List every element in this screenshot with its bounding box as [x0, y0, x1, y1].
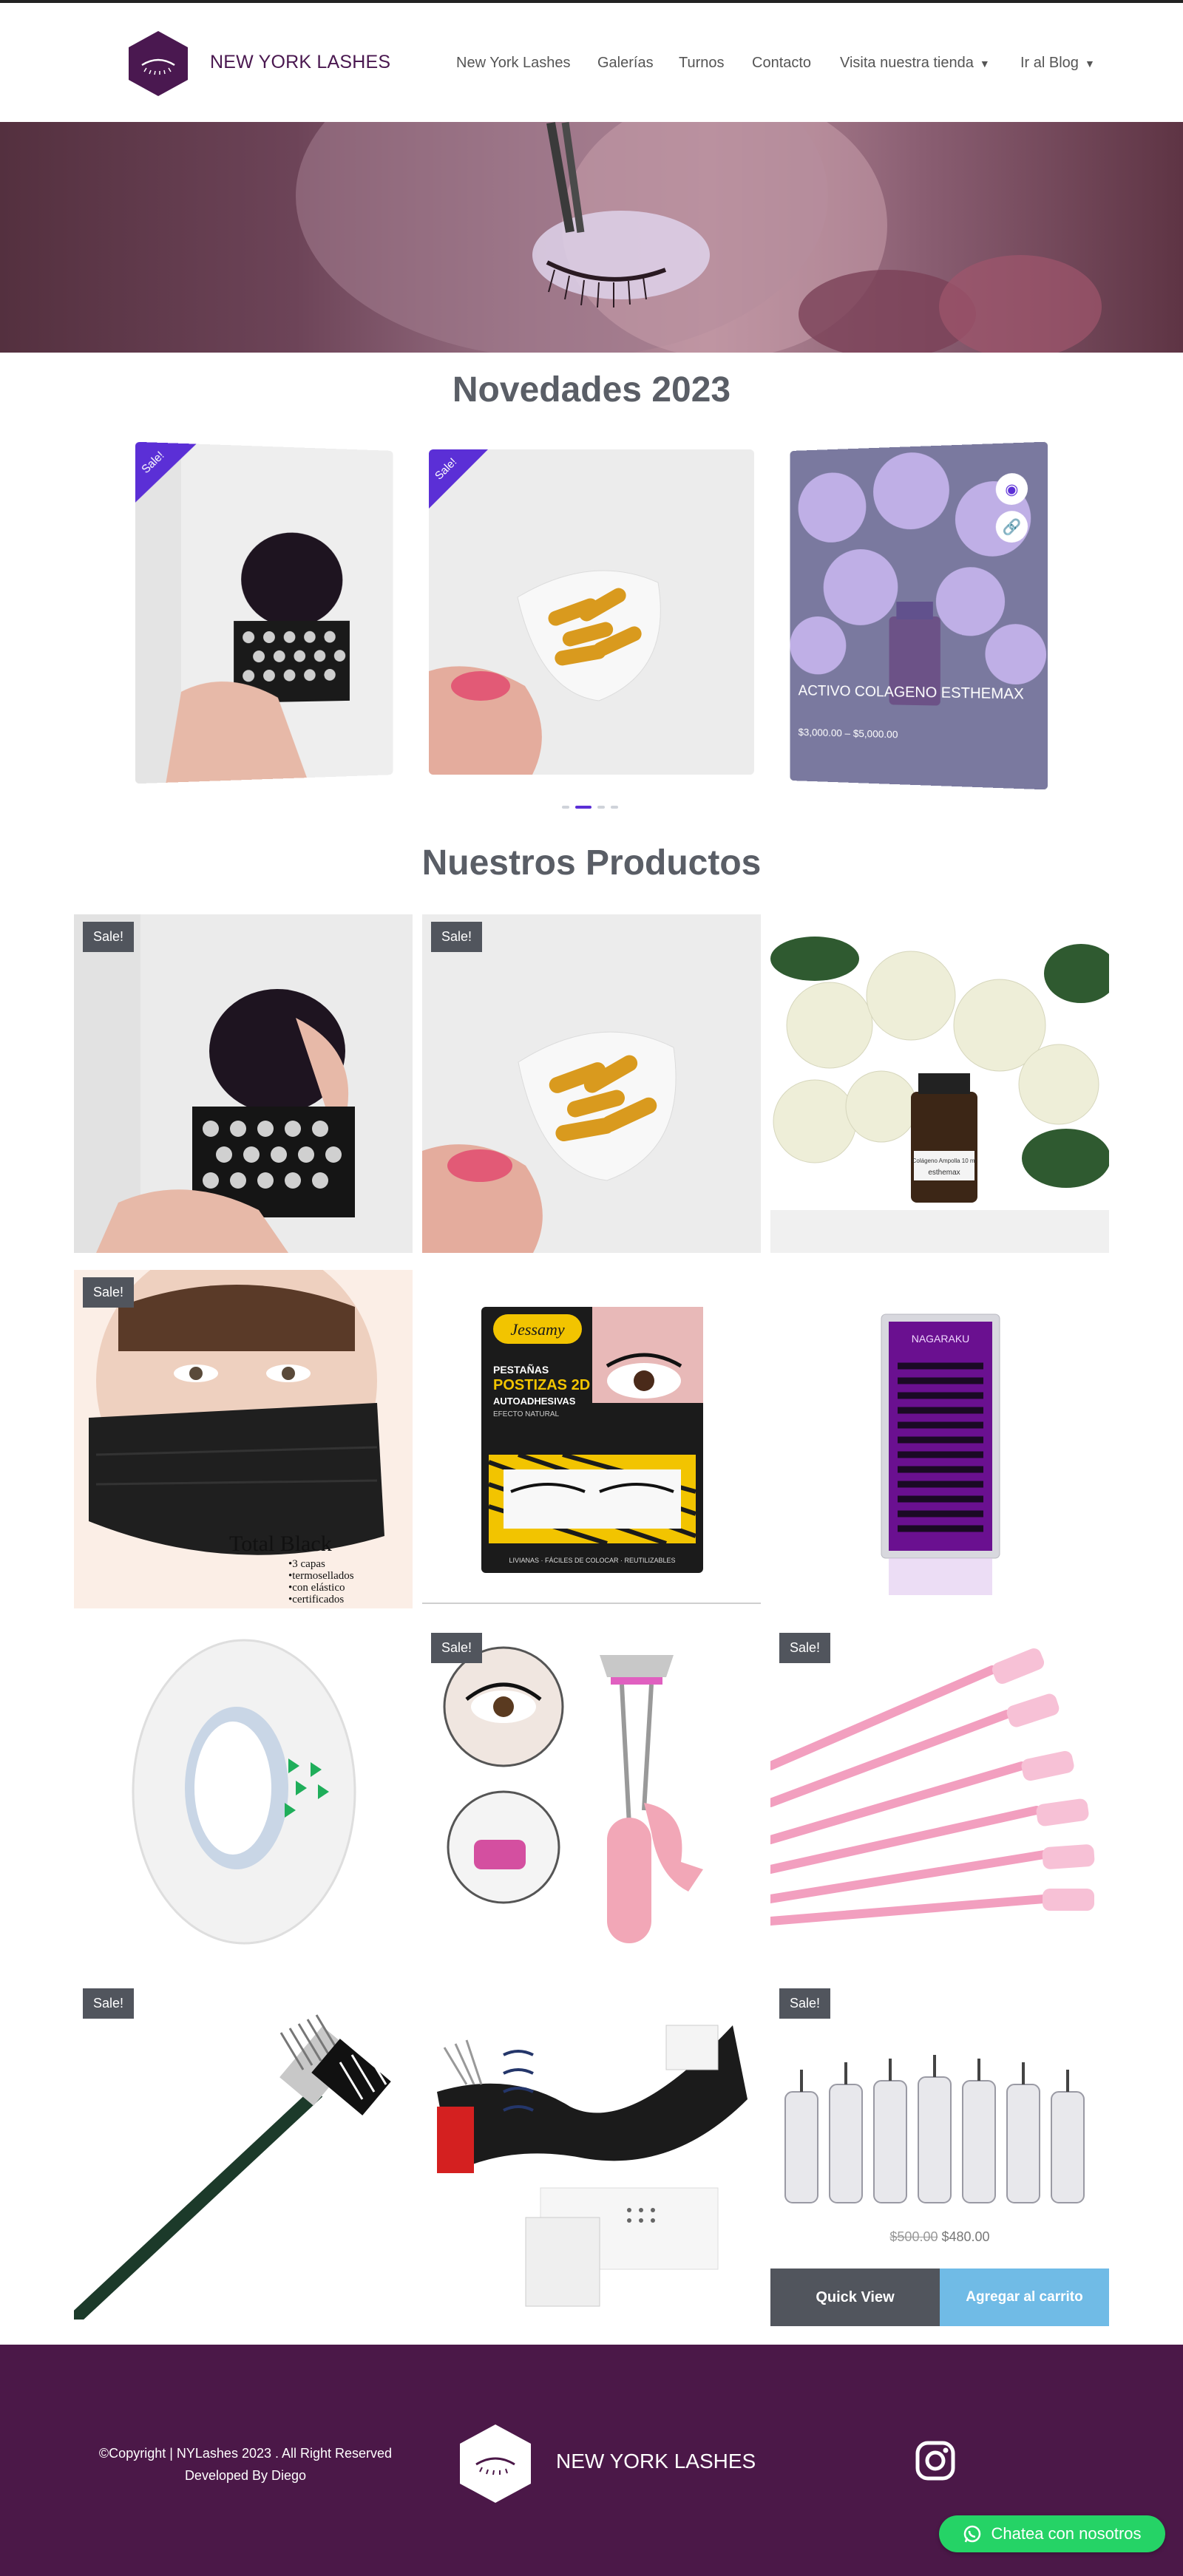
- sale-ribbon: Sale!: [135, 442, 197, 504]
- quick-view-button[interactable]: Quick View: [770, 2269, 940, 2326]
- product-image-capsules: [422, 914, 761, 1253]
- product-card[interactable]: Sale!: [74, 914, 413, 1253]
- sale-badge: Sale!: [779, 1633, 830, 1663]
- product-card[interactable]: Sale!: [770, 1625, 1109, 1964]
- product-image-mascara-wands: [770, 1625, 1109, 1964]
- chevron-down-icon: ▼: [980, 58, 990, 69]
- product-card[interactable]: Sale! $500.00 $480.00: [770, 1981, 1109, 2269]
- mask-title: Total Black: [229, 1532, 332, 1556]
- collagen-label: Colágeno Ampolla 10 ml: [912, 1158, 977, 1164]
- nav-item-blog-label: Ir al Blog: [1020, 55, 1079, 71]
- developer-text: Developed By Diego: [81, 2464, 410, 2487]
- new-price: $480.00: [942, 2229, 990, 2244]
- svg-text:•con elástico: •con elástico: [288, 1582, 345, 1594]
- svg-text:AUTOADHESIVAS: AUTOADHESIVAS: [493, 1396, 576, 1407]
- site-header: NEW YORK LASHES New York Lashes Galerías…: [0, 3, 1183, 122]
- chat-label: Chatea con nosotros: [991, 2524, 1141, 2543]
- whatsapp-icon: [963, 2524, 982, 2543]
- footer-brand: NEW YORK LASHES: [556, 2450, 756, 2473]
- product-image-brow-comb: [74, 1981, 413, 2320]
- svg-text:LIVIANAS · FÁCILES DE COLOCAR: LIVIANAS · FÁCILES DE COLOCAR · REUTILIZ…: [509, 1557, 675, 1564]
- carousel-pagination: [562, 806, 624, 810]
- collagen-brand: esthemax: [928, 1169, 960, 1177]
- nagaraku-label: NAGARAKU: [912, 1333, 970, 1345]
- chevron-down-icon: ▼: [1085, 58, 1095, 69]
- jessamy-brand: Jessamy: [510, 1320, 565, 1339]
- productos-title: Nuestros Productos: [0, 843, 1183, 883]
- nav-item-turnos[interactable]: Turnos: [679, 55, 725, 72]
- product-card[interactable]: NAGARAKU: [770, 1270, 1109, 1608]
- nav-item-tienda[interactable]: Visita nuestra tienda ▼: [840, 55, 990, 72]
- sale-badge: Sale!: [83, 1988, 134, 2019]
- brand-name[interactable]: NEW YORK LASHES: [210, 52, 390, 73]
- hero-banner: [0, 122, 1183, 353]
- copyright: ©Copyright | NYLashes 2023 . All Right R…: [81, 2442, 410, 2487]
- copyright-text: ©Copyright | NYLashes 2023 . All Right R…: [81, 2442, 410, 2464]
- whatsapp-chat-button[interactable]: Chatea con nosotros: [939, 2515, 1165, 2552]
- product-image-tape: [74, 1625, 413, 1964]
- sale-ribbon: Sale!: [429, 449, 488, 509]
- nav-item-galerias[interactable]: Galerías: [597, 55, 654, 72]
- carousel-item[interactable]: Sale!: [429, 449, 754, 775]
- add-to-cart-button[interactable]: Agregar al carrito: [940, 2269, 1109, 2326]
- sale-badge: Sale!: [83, 922, 134, 952]
- nav-item-contacto[interactable]: Contacto: [752, 55, 811, 72]
- product-image-ring-box: [74, 914, 413, 1253]
- nav-item-new-york-lashes[interactable]: New York Lashes: [456, 55, 571, 72]
- old-price: $500.00: [889, 2229, 938, 2244]
- product-card[interactable]: Sale!: [422, 914, 761, 1253]
- svg-text:EFECTO NATURAL: EFECTO NATURAL: [493, 1410, 560, 1418]
- product-image-lash-pillow-kit: [422, 1981, 761, 2320]
- product-card[interactable]: Sale!: [74, 1981, 413, 2320]
- product-image-jessamy-lashes: Jessamy PESTAÑAS POSTIZAS 2D AUTOADHESIV…: [422, 1270, 761, 1608]
- novedades-title: Novedades 2023: [0, 370, 1183, 410]
- product-image-black-mask: Total Black •3 capas •termosellados •con…: [74, 1270, 413, 1608]
- sale-badge: Sale!: [431, 1633, 482, 1663]
- product-card[interactable]: Jessamy PESTAÑAS POSTIZAS 2D AUTOADHESIV…: [422, 1270, 761, 1608]
- svg-text:•certificados: •certificados: [288, 1594, 344, 1605]
- carousel-dot[interactable]: [562, 806, 569, 809]
- svg-text:•termosellados: •termosellados: [288, 1570, 354, 1582]
- hero-image: [0, 122, 1183, 353]
- product-image-collagen: Colágeno Ampolla 10 ml esthemax: [770, 914, 1109, 1253]
- svg-text:POSTIZAS 2D: POSTIZAS 2D: [493, 1377, 590, 1393]
- nav-item-tienda-label: Visita nuestra tienda: [840, 55, 974, 71]
- carousel-dot[interactable]: [611, 806, 618, 809]
- sale-badge: Sale!: [779, 1988, 830, 2019]
- footer-logo[interactable]: [458, 2423, 532, 2504]
- carousel-item[interactable]: Sale!: [135, 442, 393, 784]
- instagram-icon[interactable]: [914, 2439, 957, 2482]
- nav-item-blog[interactable]: Ir al Blog ▼: [1020, 55, 1095, 72]
- product-card[interactable]: Sale!: [422, 1625, 761, 1964]
- product-price: $500.00 $480.00: [770, 2229, 1109, 2245]
- product-card[interactable]: [74, 1625, 413, 1964]
- product-image-nagaraku-lashes: NAGARAKU: [770, 1270, 1109, 1608]
- product-image-curler: [422, 1625, 761, 1964]
- sale-badge: Sale!: [83, 1277, 134, 1308]
- product-card[interactable]: Total Black •3 capas •termosellados •con…: [74, 1270, 413, 1608]
- sale-badge: Sale!: [431, 922, 482, 952]
- carousel-dot[interactable]: [597, 806, 605, 809]
- svg-text:•3 capas: •3 capas: [288, 1558, 325, 1570]
- product-card[interactable]: Colágeno Ampolla 10 ml esthemax: [770, 914, 1109, 1253]
- carousel-dot-active[interactable]: [575, 806, 592, 809]
- product-card[interactable]: [422, 1981, 761, 2320]
- svg-text:PESTAÑAS: PESTAÑAS: [493, 1363, 549, 1376]
- carousel-item-active[interactable]: ◉ 🔗 ACTIVO COLAGENO ESTHEMAX $3,000.00 –…: [790, 442, 1048, 790]
- product-image-needle-cartridges: [770, 1981, 1109, 2232]
- site-logo[interactable]: [127, 30, 189, 98]
